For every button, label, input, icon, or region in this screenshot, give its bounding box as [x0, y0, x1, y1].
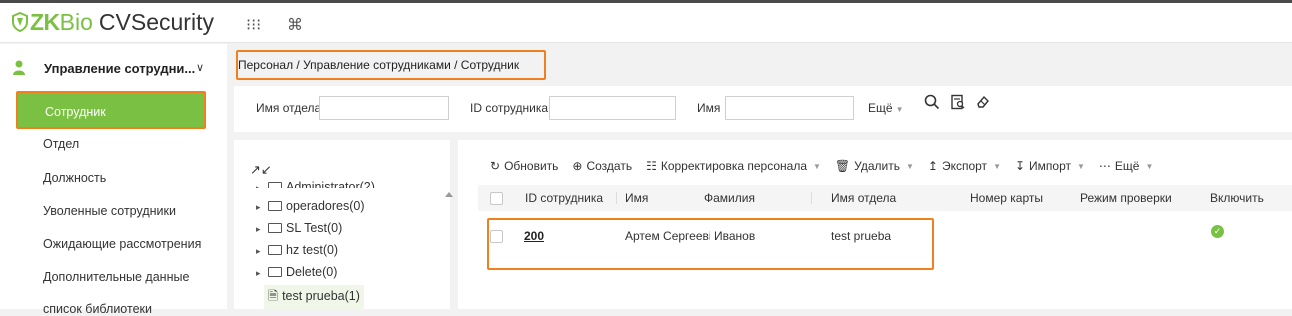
tree-item[interactable]: ▸ operadores(0): [256, 199, 365, 213]
folder-icon: [268, 182, 282, 188]
scroll-up-arrow-icon[interactable]: [445, 192, 453, 197]
ellipsis-icon: ⋯: [1098, 159, 1111, 173]
tree-item[interactable]: ▸ hz test(0): [256, 243, 338, 257]
org-icon: ☷: [646, 159, 657, 173]
tree-item[interactable]: ▸ SL Test(0): [256, 221, 342, 235]
chevron-down-icon: ∨: [196, 62, 205, 74]
tree-item-label: hz test(0): [286, 243, 339, 257]
column-header[interactable]: Имя отдела: [831, 191, 896, 205]
person-icon: [13, 60, 25, 75]
chevron-down-icon: ▼: [1077, 161, 1085, 171]
name-filter-input[interactable]: [725, 96, 854, 120]
column-header[interactable]: Фамилия: [704, 191, 755, 205]
check-circle-icon: ✓: [1211, 225, 1224, 238]
app-logo[interactable]: ZK Bio CVSecurity: [12, 8, 214, 36]
filter-bar: Имя отдела ID сотрудника Имя Ещё ▼: [234, 86, 1292, 132]
folder-icon: [268, 223, 282, 233]
more-filters-toggle[interactable]: Ещё ▼: [868, 101, 903, 115]
tree-item-label: SL Test(0): [286, 221, 343, 235]
chevron-down-icon: ▼: [813, 161, 821, 171]
advanced-search-icon[interactable]: [946, 94, 970, 118]
folder-icon: [268, 267, 282, 277]
sidebar-item-custom-attributes[interactable]: Дополнительные данные: [43, 270, 189, 284]
add-icon: ⊕: [572, 159, 583, 173]
tree-item-partial[interactable]: ▸ Administrator(2): [256, 180, 375, 188]
grid-icon[interactable]: ⁝⁝⁝: [246, 15, 261, 35]
dept-filter-input[interactable]: [319, 96, 449, 120]
sidebar-item-pending[interactable]: Ожидающие рассмотрения: [43, 237, 201, 251]
column-header[interactable]: Режим проверки: [1080, 191, 1172, 205]
column-header[interactable]: Включить: [1210, 191, 1264, 205]
more-button[interactable]: ⋯ Ещё ▼: [1099, 158, 1153, 174]
sidebar-section-personnel[interactable]: Управление сотрудни... ∨: [0, 54, 227, 84]
sidebar-item-dismissed[interactable]: Уволенные сотрудники: [43, 204, 176, 218]
chevron-down-icon: ▼: [993, 161, 1001, 171]
search-icon[interactable]: [920, 94, 944, 118]
column-divider: [616, 192, 617, 204]
app-header: ZK Bio CVSecurity ⁝⁝⁝ ⌘: [0, 3, 1292, 43]
create-button[interactable]: ⊕ Создать: [572, 158, 632, 174]
tree-item-label: test prueba(1): [282, 289, 360, 303]
folder-icon: [268, 201, 282, 211]
sidebar-item-position[interactable]: Должность: [43, 171, 106, 185]
sidebar-item-employee[interactable]: Сотрудник: [16, 91, 206, 129]
row-highlight-annotation: [487, 218, 934, 270]
import-button[interactable]: ↧ Импорт ▼: [1015, 158, 1085, 174]
import-icon: ↧: [1014, 159, 1026, 173]
logo-bio-text: Bio: [59, 8, 93, 35]
breadcrumb: Персонал / Управление сотрудниками / Сот…: [236, 50, 546, 80]
sidebar-item-department[interactable]: Отдел: [43, 137, 79, 151]
folder-icon: [268, 245, 282, 255]
column-header[interactable]: Номер карты: [970, 191, 1043, 205]
column-divider: [811, 192, 812, 204]
export-button[interactable]: ↥ Экспорт ▼: [928, 158, 1001, 174]
select-all-checkbox[interactable]: [490, 192, 503, 205]
shield-logo-icon: [12, 12, 28, 32]
table-toolbar: ↻ Обновить ⊕ Создать ☷ Корректировка персон…: [490, 158, 1167, 174]
chevron-down-icon: ▼: [905, 161, 914, 171]
department-tree: ↗↙ ▸ Administrator(2) ▸ operadores(0) ▸ SL …: [234, 140, 458, 310]
dept-filter-label: Имя отдела: [256, 101, 322, 115]
logo-cvsecurity-text: CVSecurity: [98, 8, 214, 35]
tree-item-selected[interactable]: 🗎 test prueba(1): [264, 285, 364, 310]
column-header[interactable]: ID сотрудника: [525, 191, 603, 205]
adjust-personnel-button[interactable]: ☷ Корректировка персонала ▼: [646, 158, 821, 174]
id-filter-input[interactable]: [549, 96, 676, 120]
delete-button[interactable]: 🗑 Удалить ▼: [835, 158, 914, 174]
chevron-down-icon: ▼: [1145, 161, 1154, 171]
logo-zk-text: ZK: [30, 8, 60, 35]
document-icon: 🗎: [268, 289, 279, 303]
tree-item-label: operadores(0): [286, 199, 365, 213]
tree-item[interactable]: ▸ Delete(0): [256, 265, 337, 279]
sidebar-section-label: Управление сотрудни...: [44, 61, 196, 76]
command-icon[interactable]: ⌘: [287, 15, 303, 35]
table-header: ID сотрудника Имя Фамилия Имя отдела Ном…: [478, 185, 1292, 211]
expand-collapse-icon[interactable]: ↗↙: [250, 162, 272, 178]
chevron-down-icon: ▼: [895, 105, 904, 114]
sidebar-item-library-list[interactable]: список библиотеки: [43, 302, 152, 316]
refresh-icon: ↻: [490, 159, 501, 173]
refresh-button[interactable]: ↻ Обновить: [490, 158, 558, 174]
export-icon: ↥: [927, 159, 938, 173]
name-filter-label: Имя: [697, 101, 721, 115]
trash-icon: 🗑: [834, 159, 851, 173]
eraser-icon[interactable]: [971, 94, 995, 118]
tree-item-label: Delete(0): [286, 265, 338, 279]
id-filter-label: ID сотрудника: [470, 101, 549, 115]
more-filters-label: Ещё: [868, 101, 893, 115]
column-header[interactable]: Имя: [625, 191, 648, 205]
breadcrumb-bar: Персонал / Управление сотрудниками / Сот…: [227, 44, 1292, 86]
